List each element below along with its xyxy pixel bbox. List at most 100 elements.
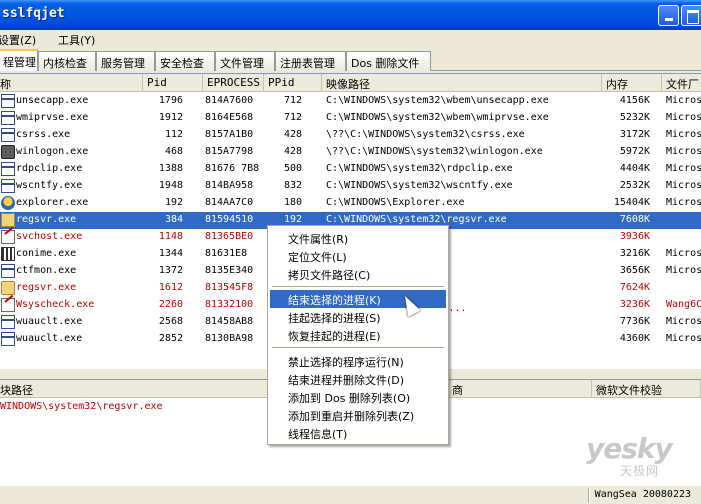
status-bar: WangSea 20080223 [0,485,701,504]
process-list-header: 称 Pid EPROCESS PPid 映像路径 内存 文件厂 [0,74,701,92]
cell-image-path: \??\C:\WINDOWS\system32\winlogon.exe [326,146,543,157]
cell-image-path: C:\WINDOWS\system32\rdpclip.exe [326,163,513,174]
cell-ppid: 832 [283,180,302,191]
cell-memory: 5972K [619,146,650,157]
cell-vendor: Micros [666,146,701,157]
tab-dos-delete-file[interactable]: Dos 删除文件 [346,51,431,71]
cell-image-path: C:\WINDOWS\Explorer.exe [326,197,465,208]
cell-name: regsvr.exe [16,214,77,225]
cell-ppid: 180 [283,197,302,208]
cell-memory: 3236K [619,299,650,310]
cell-memory: 3216K [619,248,650,259]
tab-process-manager[interactable]: 程管理 [0,49,38,71]
column-ms-file-verify[interactable]: 微软文件校验 [592,380,701,398]
tab-service-manager[interactable]: 服务管理 [96,51,155,71]
table-row[interactable]: wmiprvse.exe 1912 8164E568 712 C:\WINDOWS\sy… [0,110,701,127]
note-icon [1,230,15,244]
cell-eprocess: 815A7798 [205,146,254,157]
cell-image-path: C:\WINDOWS\system32\wbem\unsecapp.exe [326,95,549,106]
folder-icon [1,213,15,227]
yesky-watermark: yesky 天极网 [586,432,700,480]
column-image-path[interactable]: 映像路径 [322,74,602,92]
cell-name: svchost.exe [16,231,83,242]
table-row[interactable]: unsecapp.exe 1796 814A7600 712 C:\WINDOWS\sy… [0,93,701,110]
exe-icon [1,128,15,142]
cell-eprocess: 8130BA98 [205,333,254,344]
cell-pid: 2260 [158,299,183,310]
column-ppid[interactable]: PPid [264,74,322,92]
folder-icon [1,281,15,295]
status-credit: WangSea 20080223 [594,489,691,500]
cell-pid: 1912 [158,112,183,123]
menu-end-selected-process[interactable]: 结束选择的进程(K) [270,290,446,308]
exe-icon [1,94,15,108]
minimize-button[interactable] [658,5,679,26]
exe-icon [1,179,15,193]
cell-name: csrss.exe [16,129,71,140]
menu-copy-file-path[interactable]: 拷贝文件路径(C) [270,265,446,283]
cell-memory: 3172K [619,129,650,140]
cell-memory: 4156K [619,95,650,106]
menu-locate-file[interactable]: 定位文件(L) [270,247,446,265]
menu-block-program[interactable]: 禁止选择的程序运行(N) [270,352,446,370]
table-row[interactable]: winlogon.exe 468 815A7798 428 \??\C:\WINDOWS… [0,144,701,161]
menu-add-dos-delete-list[interactable]: 添加到 Dos 删除列表(O) [270,388,446,406]
menu-add-reboot-delete-list[interactable]: 添加到重启并删除列表(Z) [270,406,446,424]
cell-eprocess: 8135E340 [205,265,254,276]
cell-pid: 112 [164,129,183,140]
tab-file-manager[interactable]: 文件管理 [215,51,275,71]
cell-pid: 468 [164,146,183,157]
cell-memory: 3656K [619,265,650,276]
table-row[interactable]: csrss.exe 112 8157A1B0 428 \??\C:\WINDOWS\sy… [0,127,701,144]
cell-pid: 2852 [158,333,183,344]
winlogon-icon [1,145,15,159]
column-vendor[interactable]: 文件厂 [662,74,701,92]
cell-pid: 1388 [158,163,183,174]
cell-name: wmiprvse.exe [16,112,89,123]
exe-icon [1,315,15,329]
menu-file-properties[interactable]: 文件属性(R) [270,229,446,247]
cell-image-path: \??\C:\WINDOWS\system32\csrss.exe [326,129,525,140]
module-row[interactable]: WINDOWS\system32\regsvr.exe [0,401,163,412]
cell-pid: 384 [164,214,183,225]
cell-name: ctfmon.exe [16,265,77,276]
tab-registry-manager[interactable]: 注册表管理 [275,51,346,71]
cell-memory: 3936K [619,231,650,242]
cell-vendor: Micros [666,95,701,106]
column-eprocess[interactable]: EPROCESS [203,74,264,92]
cell-name: wuauclt.exe [16,316,83,327]
column-memory[interactable]: 内存 [602,74,662,92]
column-manufacturer[interactable]: 商 [448,380,592,398]
menu-separator [272,286,444,287]
cell-name: regsvr.exe [16,282,77,293]
column-name[interactable]: 称 [0,74,143,92]
exe-icon [1,332,15,346]
cell-memory: 7624K [619,282,650,293]
cell-vendor: Micros [666,248,701,259]
cell-pid: 192 [164,197,183,208]
menu-tools[interactable]: 工具(Y) [58,32,95,48]
cell-name: wscntfy.exe [16,180,83,191]
cell-memory: 4404K [619,163,650,174]
column-pid[interactable]: Pid [143,74,203,92]
cell-vendor: Micros [666,163,701,174]
menu-thread-info[interactable]: 线程信息(T) [270,424,446,442]
exe-icon [1,264,15,278]
tab-security-check[interactable]: 安全检查 [155,51,215,71]
menu-settings[interactable]: 设置(Z) [0,32,36,48]
menu-resume-suspended-process[interactable]: 恢复挂起的进程(E) [270,326,446,344]
cell-pid: 1148 [158,231,183,242]
tab-kernel-check[interactable]: 内核检查 [38,51,96,71]
cell-name: conime.exe [16,248,77,259]
exe-icon [1,162,15,176]
cell-eprocess: 8164E568 [205,112,254,123]
menu-end-and-delete[interactable]: 结束进程并删除文件(D) [270,370,446,388]
cell-ppid: 428 [283,129,302,140]
cell-pid: 1612 [158,282,183,293]
table-row[interactable]: rdpclip.exe 1388 81676 7B8 500 C:\WINDOWS\sy… [0,161,701,178]
table-row[interactable]: wscntfy.exe 1948 814BA958 832 C:\WINDOWS\sys… [0,178,701,195]
cell-eprocess: 814AA7C0 [205,197,254,208]
table-row[interactable]: explorer.exe 192 814AA7C0 180 C:\WINDOWS\Exp… [0,195,701,212]
cell-vendor: Micros [666,265,701,276]
maximize-button[interactable] [681,5,701,26]
